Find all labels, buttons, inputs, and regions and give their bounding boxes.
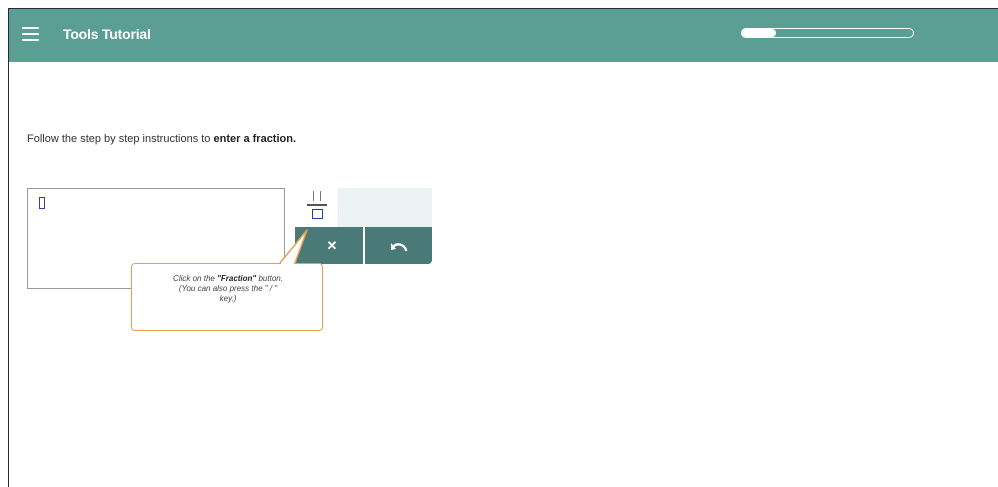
progress-bar (741, 28, 914, 38)
instruction-text: Follow the step by step instructions to … (27, 133, 296, 145)
hamburger-menu-icon[interactable] (22, 27, 39, 41)
tutorial-callout: Click on the "Fraction" button. (You can… (131, 229, 323, 331)
undo-button[interactable] (365, 227, 432, 264)
callout-text: Click on the "Fraction" button. (You can… (144, 274, 312, 304)
editor-action-bar: ✕ (295, 227, 432, 264)
callout-line1-bold: "Fraction" (217, 274, 257, 283)
fraction-button[interactable] (295, 188, 339, 227)
clear-button[interactable]: ✕ (301, 227, 363, 264)
input-placeholder-box[interactable] (39, 197, 45, 209)
callout-line1-suffix: button. (258, 274, 283, 283)
close-icon: ✕ (326, 237, 338, 253)
progress-fill (742, 29, 777, 37)
page-title: Tools Tutorial (63, 26, 151, 42)
callout-line2: (You can also press the " / " (178, 284, 278, 293)
app-window: Tools Tutorial Follow the step by step i… (8, 8, 998, 487)
callout-line1-prefix: Click on the (173, 274, 215, 283)
callout-line3: key.) (219, 294, 237, 303)
top-bar: Tools Tutorial (9, 9, 998, 62)
math-tool-panel (295, 188, 432, 227)
instruction-prefix: Follow the step by step instructions to (27, 133, 211, 145)
undo-icon (390, 242, 407, 251)
instruction-emphasis: enter a fraction. (213, 133, 297, 145)
